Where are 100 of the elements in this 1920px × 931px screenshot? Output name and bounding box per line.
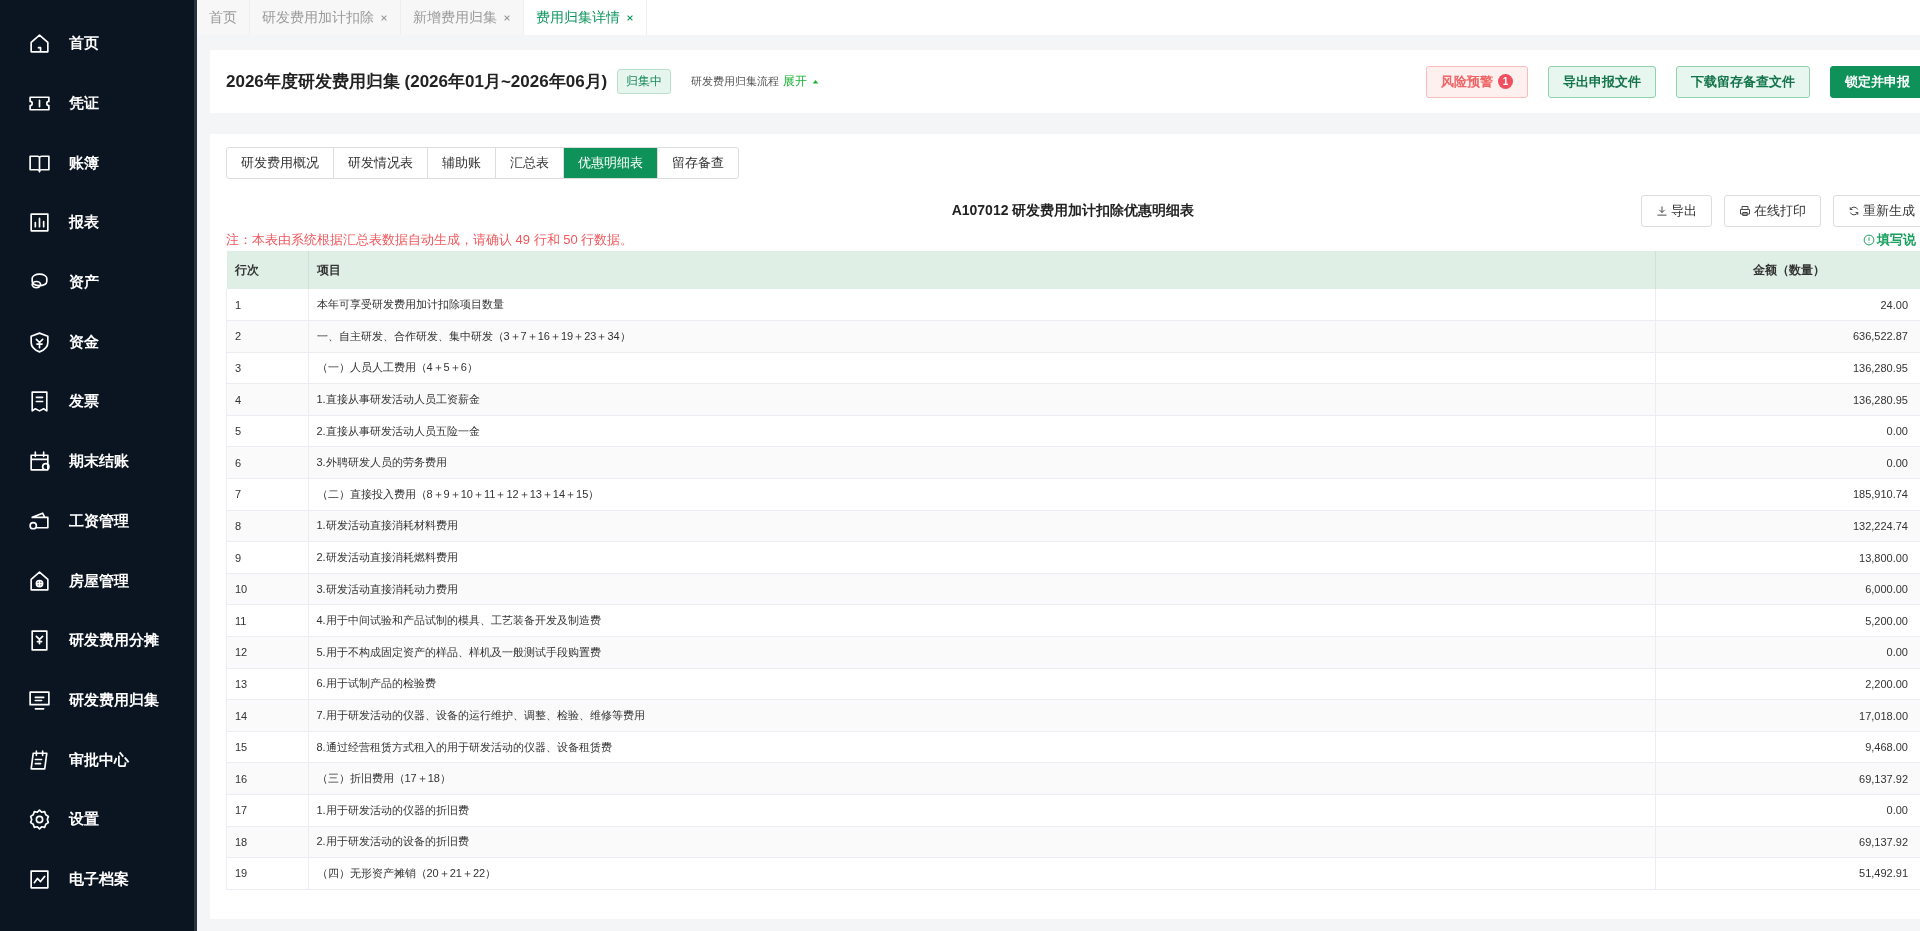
table-cell: 6.用于试制产品的检验费 xyxy=(308,668,1656,700)
table-cell: 0.00 xyxy=(1655,415,1920,447)
sidebar-item[interactable]: 发票 xyxy=(0,372,194,432)
column-header: 项目 xyxy=(308,251,1656,289)
sidebar-item[interactable]: 期末结账 xyxy=(0,431,194,492)
report-tab[interactable]: 研发费用概况 xyxy=(227,148,334,178)
table-cell: 3.外聘研发人员的劳务费用 xyxy=(308,446,1656,479)
table-cell: （四）无形资产摊销（20＋21＋22） xyxy=(308,857,1656,890)
table-cell: 15 xyxy=(226,731,308,763)
table-cell: 24.00 xyxy=(1655,289,1920,321)
table-cell: （二）直接投入费用（8＋9＋10＋11＋12＋13＋14＋15） xyxy=(308,478,1656,511)
table-cell: （三）折旧费用（17＋18） xyxy=(308,762,1656,795)
table-cell: 17,018.00 xyxy=(1655,699,1920,732)
table-cell: 5,200.00 xyxy=(1655,604,1920,637)
shield-icon xyxy=(27,329,52,355)
report-tab[interactable]: 优惠明细表 xyxy=(564,148,658,178)
report-tab[interactable]: 留存备查 xyxy=(658,148,738,178)
table-cell: 636,522.87 xyxy=(1655,320,1920,353)
table-cell: （一）人员人工费用（4＋5＋6） xyxy=(308,352,1656,384)
table-cell: 13 xyxy=(226,668,308,700)
sidebar-item[interactable]: 资产 xyxy=(0,252,194,313)
sidebar-item[interactable]: 工资管理 xyxy=(0,491,194,552)
close-icon[interactable] xyxy=(626,13,634,22)
report-tab[interactable]: 研发情况表 xyxy=(334,148,428,178)
column-header: 金额（数量） xyxy=(1655,251,1920,289)
count-badge: 1 xyxy=(1498,74,1513,89)
table-cell: 16 xyxy=(226,762,308,795)
table-cell: 8 xyxy=(226,510,308,542)
table-cell: 9 xyxy=(226,541,308,574)
table-cell: 一、自主研发、合作研发、集中研发（3＋7＋16＋19＋23＋34） xyxy=(308,320,1656,353)
refresh-icon xyxy=(1848,205,1860,217)
sidebar-item[interactable]: 研发费用归集 xyxy=(0,670,194,731)
download-icon xyxy=(1656,205,1668,217)
table-cell: 13,800.00 xyxy=(1655,541,1920,574)
printer-icon xyxy=(1739,205,1751,217)
table-cell: 3 xyxy=(226,352,308,384)
table-cell: 2.用于研发活动的设备的折旧费 xyxy=(308,826,1656,858)
close-icon[interactable] xyxy=(503,13,511,22)
table-cell: 5 xyxy=(226,415,308,447)
table-cell: 2.直接从事研发活动人员五险一金 xyxy=(308,415,1656,447)
report-tab[interactable]: 辅助账 xyxy=(428,148,496,178)
sidebar-item[interactable]: 报表 xyxy=(0,193,194,253)
table-cell: 51,492.91 xyxy=(1655,857,1920,890)
toolbar-button[interactable]: 在线打印 xyxy=(1724,195,1821,227)
table-cell: 132,224.74 xyxy=(1655,510,1920,542)
table-cell: 0.00 xyxy=(1655,636,1920,669)
table-cell: 5.用于不构成固定资产的样品、样机及一般测试手段购置费 xyxy=(308,636,1656,669)
toolbar-button[interactable]: 导出 xyxy=(1641,195,1712,227)
table-cell: 17 xyxy=(226,794,308,827)
header-button[interactable]: 下载留存备查文件 xyxy=(1676,65,1810,98)
info-icon xyxy=(1863,234,1875,246)
table-cell: 69,137.92 xyxy=(1655,762,1920,795)
sidebar-item[interactable]: 房屋管理 xyxy=(0,551,194,611)
toolbar-button[interactable]: 重新生成 xyxy=(1833,195,1920,227)
table-cell: 0.00 xyxy=(1655,446,1920,479)
sidebar-item[interactable]: 电子档案 xyxy=(0,849,194,910)
sidebar-item[interactable]: 资金 xyxy=(0,312,194,373)
settings-icon xyxy=(27,807,52,833)
table-cell: 0.00 xyxy=(1655,794,1920,827)
table-cell: 6,000.00 xyxy=(1655,573,1920,605)
table-cell: 1 xyxy=(226,289,308,321)
page-title: 2026年度研发费用归集 (2026年01月~2026年06月) xyxy=(226,71,608,93)
table-cell: 2.研发活动直接消耗燃料费用 xyxy=(308,541,1656,574)
sidebar-item[interactable]: 审批中心 xyxy=(0,730,194,790)
flow-label: 研发费用归集流程 xyxy=(691,74,780,89)
table-cell: 10 xyxy=(226,573,308,605)
table-cell: 本年可享受研发费用加计扣除项目数量 xyxy=(308,289,1656,321)
table-cell: 1.用于研发活动的仪器的折旧费 xyxy=(308,794,1656,827)
sidebar-item[interactable]: 首页 xyxy=(0,14,194,74)
table-cell: 9,468.00 xyxy=(1655,731,1920,763)
column-header: 行次 xyxy=(226,251,308,289)
sidebar-item[interactable]: 设置 xyxy=(0,789,194,850)
table-cell: 2,200.00 xyxy=(1655,668,1920,700)
table-cell: 2 xyxy=(226,320,308,353)
sidebar-item[interactable]: 凭证 xyxy=(0,73,194,134)
table-cell: 136,280.95 xyxy=(1655,352,1920,384)
table-cell: 69,137.92 xyxy=(1655,826,1920,858)
sidebar-item[interactable]: 研发费用分摊 xyxy=(0,610,194,671)
table-cell: 11 xyxy=(226,604,308,637)
sidebar-item[interactable]: 账簿 xyxy=(0,133,194,194)
house-icon xyxy=(27,568,52,594)
report-title: A107012 研发费用加计扣除优惠明细表 xyxy=(951,202,1195,220)
status-tag: 归集中 xyxy=(617,69,672,94)
table-cell: 8.通过经营租赁方式租入的用于研发活动的仪器、设备租赁费 xyxy=(308,731,1656,763)
table-cell: 1.研发活动直接消耗材料费用 xyxy=(308,510,1656,542)
table-cell: 18 xyxy=(226,826,308,858)
table-cell: 19 xyxy=(226,857,308,890)
table-cell: 7 xyxy=(226,478,308,511)
close-icon[interactable] xyxy=(380,13,388,22)
table-cell: 4.用于中间试验和产品试制的模具、工艺装备开发及制造费 xyxy=(308,604,1656,637)
header-button[interactable]: 导出申报文件 xyxy=(1548,65,1656,98)
table-cell: 14 xyxy=(226,699,308,732)
table-cell: 4 xyxy=(226,383,308,416)
table-cell: 1.直接从事研发活动人员工资薪金 xyxy=(308,383,1656,416)
note-text: 注：本表由系统根据汇总表数据自动生成，请确认 49 行和 50 行数据。 xyxy=(226,231,634,249)
table-cell: 185,910.74 xyxy=(1655,478,1920,511)
header-button[interactable]: 锁定并申报 xyxy=(1830,65,1920,98)
header-button[interactable]: 风险预警 1 xyxy=(1426,65,1528,98)
caret-up-icon[interactable] xyxy=(812,79,820,84)
table-cell: 7.用于研发活动的仪器、设备的运行维护、调整、检验、维修等费用 xyxy=(308,699,1656,732)
